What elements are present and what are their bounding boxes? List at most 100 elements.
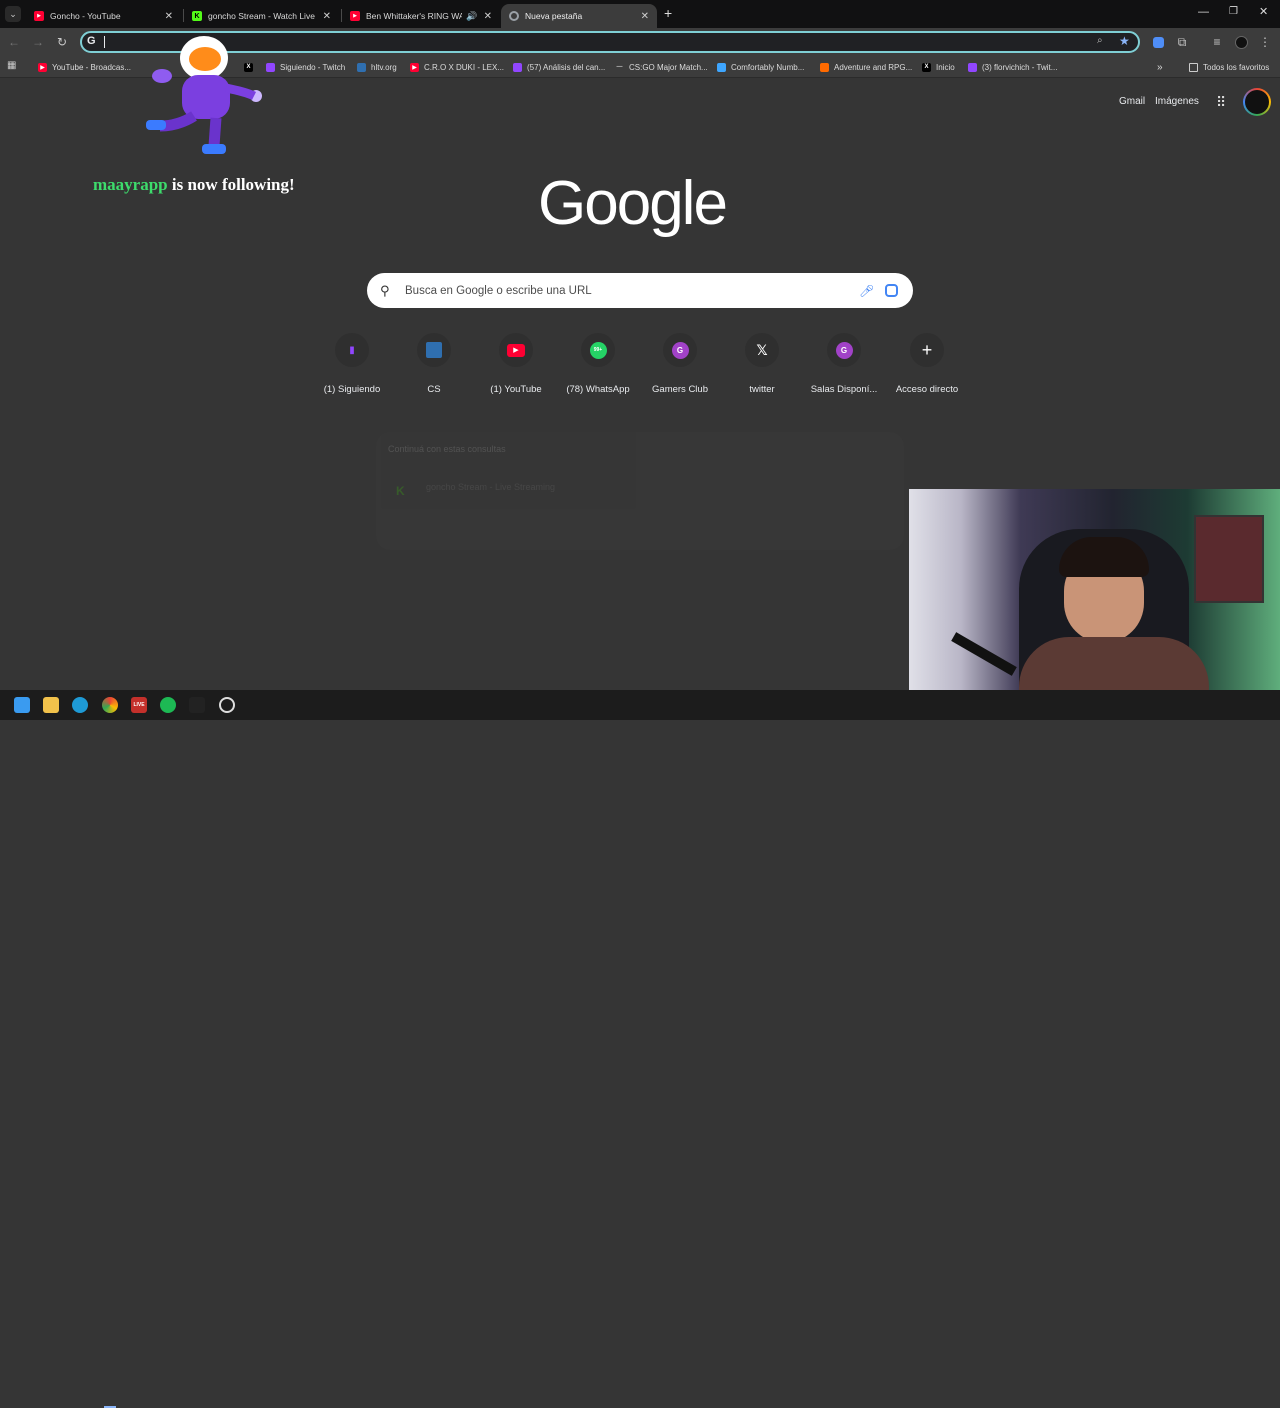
twitch-icon — [513, 62, 522, 72]
x-icon: X — [922, 62, 931, 72]
microphone-icon[interactable]: 🎤︎ — [859, 284, 874, 298]
bookmark-label: Inicio — [936, 62, 955, 72]
bookmark-csgo-major[interactable]: — CS:GO Major Match... — [615, 60, 708, 74]
follow-message: is now following! — [171, 175, 295, 194]
twitch-icon: ▮ — [335, 333, 369, 367]
steam-notification-icon[interactable] — [219, 697, 235, 713]
bookmark-star-icon[interactable]: ★ — [1119, 34, 1130, 48]
media-control-icon[interactable]: ≡ — [1209, 34, 1225, 50]
search-box[interactable]: ⚲ Busca en Google o escribe una URL 🎤︎ — [367, 273, 913, 308]
close-icon[interactable]: ✕ — [484, 11, 492, 22]
extensions-puzzle-icon[interactable]: ⧉ — [1174, 34, 1190, 50]
zoom-icon[interactable]: ⌕ — [1097, 35, 1103, 46]
shortcut-gamers-club[interactable]: G Gamers Club — [640, 333, 720, 395]
tab-ring-walk[interactable]: ▶ Ben Whittaker's RING WALK 🔊 ✕ — [342, 4, 500, 28]
menu-kebab-icon[interactable]: ⋮ — [1257, 34, 1273, 50]
tab-title: Nueva pestaña — [525, 11, 583, 21]
google-apps-icon[interactable]: ⠿ — [1216, 94, 1226, 111]
tab-kick-stream[interactable]: K goncho Stream - Watch Live on ✕ — [184, 4, 339, 28]
microphone-arm — [951, 632, 1017, 676]
astronaut-alert-graphic — [138, 30, 263, 162]
fire-icon — [820, 62, 829, 72]
bookmark-inicio[interactable]: X Inicio — [922, 60, 955, 74]
doc-icon — [717, 62, 726, 72]
bookmark-label: Comfortably Numb... — [731, 62, 805, 72]
bookmark-label: Siguiendo - Twitch — [280, 62, 346, 72]
shortcut-whatsapp[interactable]: 99+ (78) WhatsApp — [558, 333, 638, 395]
bookmark-analisis[interactable]: (57) Análisis del can... — [513, 60, 605, 74]
bookmark-youtube-broadcast[interactable]: ▶ YouTube - Broadcas... — [38, 60, 131, 74]
follow-alert-text: maayrapp is now following! — [93, 175, 295, 195]
obs-app-icon[interactable] — [189, 697, 205, 713]
edge-icon[interactable] — [72, 697, 88, 713]
google-lens-icon[interactable] — [885, 284, 898, 297]
gmail-link[interactable]: Gmail — [1119, 96, 1145, 107]
speaker-icon[interactable]: 🔊 — [466, 11, 477, 22]
streamer-hair — [1059, 537, 1149, 577]
streaming-app-icon[interactable]: LIVE — [131, 697, 147, 713]
minimize-button[interactable]: — — [1198, 6, 1209, 18]
tab-new-tab[interactable]: Nueva pestaña ✕ — [501, 4, 657, 28]
bookmark-hltv[interactable]: hltv.org — [357, 60, 397, 74]
bookmark-adventure-rpg[interactable]: Adventure and RPG... — [820, 60, 912, 74]
close-window-button[interactable]: ✕ — [1259, 5, 1268, 18]
account-avatar[interactable] — [1243, 88, 1271, 116]
google-logo: Google — [538, 169, 728, 238]
reload-icon[interactable]: ↻ — [54, 34, 70, 50]
search-icon: ⚲ — [380, 282, 390, 298]
hltv-icon — [417, 333, 451, 367]
new-tab-button[interactable]: + — [664, 5, 672, 21]
close-icon[interactable]: ✕ — [165, 11, 173, 22]
images-link[interactable]: Imágenes — [1155, 96, 1199, 107]
bookmark-comfortably-numb[interactable]: Comfortably Numb... — [717, 60, 804, 74]
bookmarks-overflow-chevron-icon[interactable]: » — [1157, 60, 1163, 74]
search-placeholder: Busca en Google o escribe una URL — [405, 284, 592, 297]
apps-grid-icon[interactable]: ▦ — [7, 60, 16, 71]
bookmarks-folder[interactable]: Todos los favoritos — [1189, 60, 1269, 74]
x-icon: 𝕏 — [745, 333, 779, 367]
shortcut-salas[interactable]: G Salas Disponí... — [804, 333, 884, 395]
close-icon[interactable]: ✕ — [323, 11, 331, 22]
bookmark-cro-duki[interactable]: ▶ C.R.O X DUKI - LEX... — [410, 60, 504, 74]
shortcut-label: (1) YouTube — [490, 384, 542, 395]
letter-g-icon: G — [663, 333, 697, 367]
restore-button[interactable]: ❐ — [1229, 6, 1238, 17]
forward-icon[interactable]: → — [30, 34, 46, 50]
bookmark-label: YouTube - Broadcas... — [52, 62, 132, 72]
youtube-icon: ▶ — [410, 62, 419, 72]
chrome-taskbar-icon[interactable] — [102, 697, 118, 713]
shortcut-cs[interactable]: CS — [394, 333, 474, 395]
profile-avatar-icon[interactable] — [1233, 34, 1249, 50]
windows-start-icon[interactable] — [14, 697, 30, 713]
bookmark-florvichich[interactable]: (3) florvichich - Twit... — [968, 60, 1057, 74]
resume-journeys-card[interactable]: Continuá con estas consultas K goncho St… — [376, 432, 904, 550]
spotify-icon[interactable] — [160, 697, 176, 713]
tab-goncho-youtube[interactable]: ▶ Goncho - YouTube ✕ — [26, 4, 181, 28]
bookmark-label: Adventure and RPG... — [834, 62, 913, 72]
webcam-feed — [909, 489, 1280, 720]
kick-icon: K — [192, 11, 202, 21]
extension-cloud-icon[interactable] — [1150, 34, 1166, 50]
file-explorer-icon[interactable] — [43, 697, 59, 713]
bookmark-label: CS:GO Major Match... — [629, 62, 708, 72]
twitch-icon — [968, 62, 977, 72]
resume-card-item: goncho Stream - Live Streaming — [426, 482, 556, 492]
tab-search-button[interactable]: ⌄ — [5, 6, 21, 22]
shortcut-label: twitter — [749, 384, 775, 395]
shortcut-youtube[interactable]: ▶ (1) YouTube — [476, 333, 556, 395]
close-icon[interactable]: ✕ — [641, 11, 649, 22]
letter-g-icon: G — [827, 333, 861, 367]
twitch-icon — [266, 62, 275, 72]
omnibox-caret — [104, 36, 105, 48]
hltv-icon — [357, 62, 366, 72]
shortcut-twitter[interactable]: 𝕏 twitter — [722, 333, 802, 395]
shortcut-label: (78) WhatsApp — [566, 384, 630, 395]
bookmark-siguiendo-twitch[interactable]: Siguiendo - Twitch — [266, 60, 345, 74]
back-icon[interactable]: ← — [6, 34, 22, 50]
chrome-icon — [509, 11, 519, 21]
kick-icon: K — [396, 484, 405, 498]
shortcut-siguiendo[interactable]: ▮ (1) Siguiendo — [312, 333, 392, 395]
google-g-icon: G — [87, 35, 96, 47]
shortcut-add[interactable]: + Acceso directo — [887, 333, 967, 395]
bookmark-label: hltv.org — [371, 62, 397, 72]
